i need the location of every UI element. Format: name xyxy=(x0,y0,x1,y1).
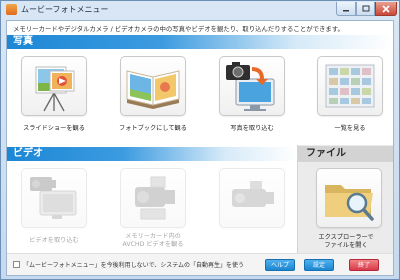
avchd-video-label-2: AVCHD ビデオを観る xyxy=(122,241,184,248)
minimize-icon xyxy=(343,9,349,11)
description-text: メモリーカードやデジタルカメラ / ビデオカメラの中の写真やビデオを観たり、取り… xyxy=(13,25,344,33)
import-photos-icon xyxy=(226,62,275,111)
thumbnail-grid-icon xyxy=(325,64,375,108)
slideshow-tile[interactable] xyxy=(21,56,87,116)
photobook-label: フォトブックにして観る xyxy=(119,125,187,132)
slideshow-label: スライドショーを観る xyxy=(23,125,85,132)
file-section-header: ファイル xyxy=(298,146,393,162)
minimize-button[interactable] xyxy=(336,2,356,16)
photobook-tile[interactable] xyxy=(120,56,186,116)
window-title: ムービーフォトメニュー xyxy=(21,5,109,14)
thumbnail-view-label: 一覧を見る xyxy=(334,125,366,132)
camcorder-tile xyxy=(219,168,285,228)
import-video-label: ビデオを取り込む xyxy=(29,237,79,244)
import-video-icon xyxy=(30,177,77,219)
import-video-tile xyxy=(21,168,87,228)
slideshow-icon xyxy=(35,66,75,112)
photobook-icon xyxy=(126,70,180,109)
main-panel: メモリーカードやデジタルカメラ / ビデオカメラの中の写真やビデオを観たり、取り… xyxy=(6,20,394,276)
help-button[interactable]: ヘルプ xyxy=(265,259,295,271)
maximize-icon xyxy=(362,5,369,12)
disable-menu-checkbox[interactable] xyxy=(13,261,20,268)
avchd-video-tile xyxy=(120,168,186,228)
app-icon xyxy=(6,4,17,15)
explorer-tile[interactable] xyxy=(316,168,382,228)
folder-search-icon xyxy=(325,185,374,221)
settings-button[interactable]: 設定 xyxy=(304,259,334,271)
explorer-label-1: エクスプローラーで xyxy=(318,234,374,241)
avchd-camera-icon xyxy=(135,176,175,220)
close-icon xyxy=(382,4,390,13)
thumbnail-view-tile[interactable] xyxy=(317,56,383,116)
exit-button[interactable]: 終了 xyxy=(349,259,379,271)
explorer-label-2: ファイルを開く xyxy=(324,242,368,249)
camcorder-icon xyxy=(232,181,274,207)
close-button[interactable] xyxy=(375,2,397,16)
app-window: ムービーフォトメニュー メモリーカードやデジタルカメラ / ビデオカメラの中の写… xyxy=(0,0,400,280)
title-bar[interactable]: ムービーフォトメニュー xyxy=(1,1,399,19)
footer-bar: 「ムービーフォトメニュー」を今後利用しないで、システムの「自動再生」を使う ヘル… xyxy=(7,253,393,275)
import-photos-tile[interactable] xyxy=(219,56,285,116)
avchd-video-label-1: メモリーカード内の xyxy=(125,233,181,240)
file-section: ファイル エクスプローラーで ファイルを開く xyxy=(297,145,393,253)
import-photos-label: 写真を取り込む xyxy=(230,125,274,132)
maximize-button[interactable] xyxy=(356,2,375,16)
disable-menu-checkbox-label[interactable]: 「ムービーフォトメニュー」を今後利用しないで、システムの「自動再生」を使う xyxy=(23,260,244,269)
video-section-header: ビデオ xyxy=(7,147,297,161)
photo-section-header: 写真 xyxy=(7,35,393,49)
